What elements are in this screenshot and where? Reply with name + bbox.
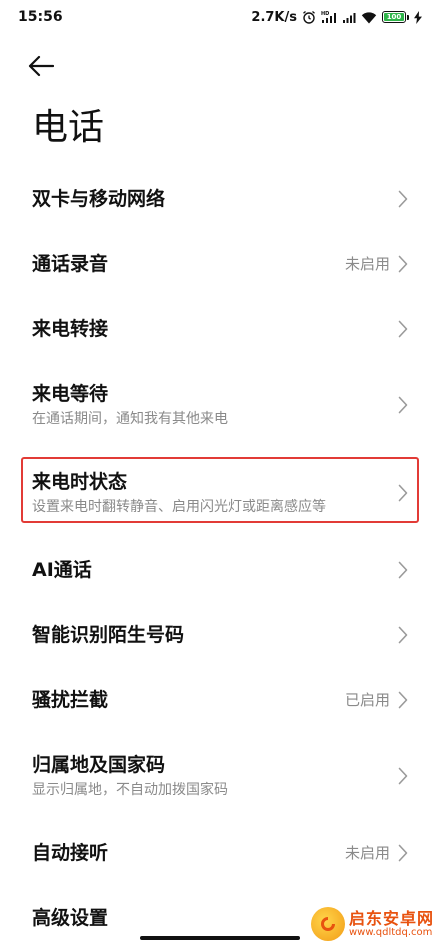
arrow-left-icon: [28, 55, 55, 81]
chevron-right-icon: [398, 561, 408, 579]
setting-title: 骚扰拦截: [32, 688, 109, 711]
setting-title: 来电等待: [32, 383, 109, 405]
watermark: 启东安卓网 www.qdltdq.com: [310, 907, 434, 941]
alarm-icon: [302, 10, 316, 24]
setting-spam-blocking[interactable]: 骚扰拦截 已启用: [0, 667, 440, 732]
setting-title: AI通话: [32, 558, 92, 581]
setting-subtitle: 设置来电时翻转静音、启用闪光灯或距离感应等: [32, 499, 326, 515]
setting-title: 来电时状态: [32, 471, 128, 493]
chevron-right-icon: [398, 190, 408, 208]
wifi-icon: [361, 11, 377, 24]
svg-text:HD: HD: [321, 11, 329, 17]
setting-status: 已启用: [344, 691, 390, 709]
setting-call-recording[interactable]: 通话录音 未启用: [0, 231, 440, 296]
setting-title: 双卡与移动网络: [32, 187, 166, 210]
setting-title: 通话录音: [32, 252, 109, 275]
setting-dual-sim[interactable]: 双卡与移动网络: [0, 166, 440, 231]
setting-subtitle: 在通话期间，通知我有其他来电: [32, 411, 228, 427]
signal-hd-icon: HD: [321, 10, 337, 24]
setting-ai-call[interactable]: AI通话: [0, 537, 440, 602]
network-speed: 2.7K/s: [251, 9, 297, 25]
setting-title: 归属地及国家码: [32, 754, 166, 776]
status-bar: 15:56 2.7K/s HD 100: [0, 0, 440, 34]
setting-title: 自动接听: [32, 841, 109, 864]
chevron-right-icon: [398, 626, 408, 644]
chevron-right-icon: [398, 320, 408, 338]
chevron-right-icon: [398, 396, 408, 414]
setting-title: 智能识别陌生号码: [32, 623, 185, 646]
chevron-right-icon: [398, 255, 408, 273]
watermark-logo-icon: [310, 907, 345, 941]
setting-title: 来电转接: [32, 317, 109, 340]
setting-caller-location[interactable]: 归属地及国家码 显示归属地，不自动加拨国家码: [0, 732, 440, 820]
status-time: 15:56: [18, 9, 63, 25]
setting-call-forwarding[interactable]: 来电转接: [0, 296, 440, 361]
battery-icon: 100: [382, 11, 409, 23]
back-button[interactable]: [28, 52, 64, 84]
watermark-url: www.qdltdq.com: [348, 927, 433, 939]
home-indicator[interactable]: [140, 936, 300, 940]
setting-status: 未启用: [344, 255, 390, 273]
setting-status: 未启用: [344, 844, 390, 862]
setting-auto-answer[interactable]: 自动接听 未启用: [0, 820, 440, 885]
watermark-name: 启东安卓网: [348, 908, 434, 928]
settings-list: 双卡与移动网络 通话录音 未启用 来电转接 来电等待 在通话期间，通知我有其他来…: [0, 166, 440, 950]
charging-icon: [414, 10, 422, 24]
page-title: 电话: [32, 107, 105, 148]
setting-title: 高级设置: [32, 906, 109, 929]
setting-incoming-call-status[interactable]: 来电时状态 设置来电时翻转静音、启用闪光灯或距离感应等: [0, 449, 440, 537]
battery-level: 100: [384, 13, 404, 21]
setting-call-waiting[interactable]: 来电等待 在通话期间，通知我有其他来电: [0, 361, 440, 449]
signal-icon: [342, 10, 356, 24]
chevron-right-icon: [398, 484, 408, 502]
setting-unknown-number-id[interactable]: 智能识别陌生号码: [0, 602, 440, 667]
chevron-right-icon: [398, 844, 408, 862]
chevron-right-icon: [398, 691, 408, 709]
setting-subtitle: 显示归属地，不自动加拨国家码: [32, 782, 228, 798]
chevron-right-icon: [398, 767, 408, 785]
status-icons: 2.7K/s HD 100: [251, 10, 422, 25]
